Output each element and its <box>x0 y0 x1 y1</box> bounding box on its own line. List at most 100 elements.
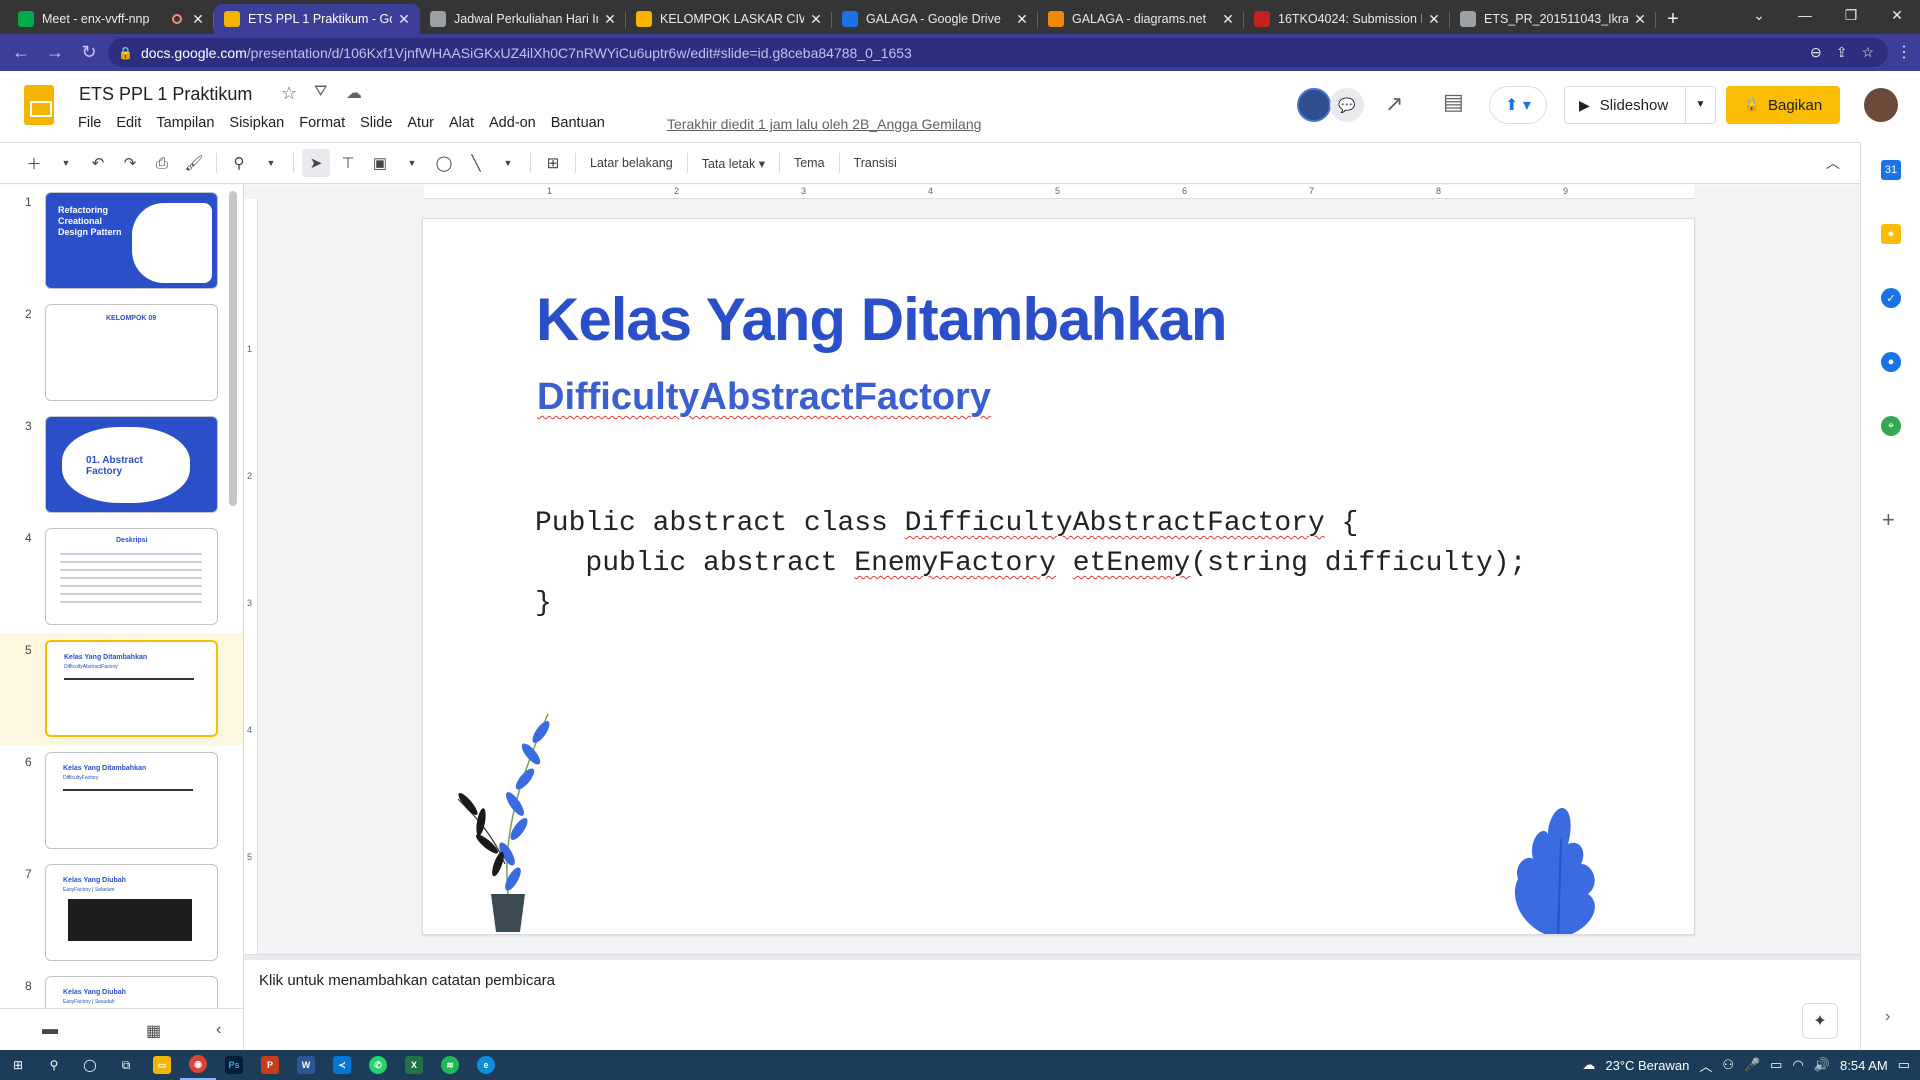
browser-tab[interactable]: ETS_PR_201511043_Ikram ✕ <box>1450 4 1656 34</box>
undo-icon[interactable]: ↶ <box>84 149 112 177</box>
browser-tab[interactable]: 16TKO4024: Submission E ✕ <box>1244 4 1450 34</box>
file-explorer-icon[interactable]: ▭ <box>144 1050 180 1080</box>
select-cursor-icon[interactable]: ➤ <box>302 149 330 177</box>
cortana-icon[interactable]: ◯ <box>72 1050 108 1080</box>
microphone-icon[interactable]: 🎤 <box>1744 1057 1760 1073</box>
filmstrip-slide[interactable]: 3 01. Abstract Factory <box>0 409 243 521</box>
menu-item[interactable]: Tampilan <box>156 115 214 131</box>
vscode-icon[interactable]: ≺ <box>324 1050 360 1080</box>
transition-button[interactable]: Transisi <box>846 156 905 170</box>
browser-tab[interactable]: Meet - enx-vvff-nnp ✕ <box>8 4 214 34</box>
chrome-icon[interactable]: ◉ <box>180 1050 216 1080</box>
menu-item[interactable]: Bantuan <box>551 115 605 131</box>
paint-format-icon[interactable]: 🖌 <box>180 149 208 177</box>
line-dropdown-icon[interactable]: ▼ <box>494 149 522 177</box>
browser-tab[interactable]: KELOMPOK LASKAR CIWA ✕ <box>626 4 832 34</box>
slide-subtitle[interactable]: DifficultyAbstractFactory <box>537 376 991 419</box>
filmstrip-slide[interactable]: 4 Deskripsi <box>0 521 243 633</box>
chat-icon[interactable]: 💬 <box>1330 88 1364 122</box>
last-edit-link[interactable]: Terakhir diedit 1 jam lalu oleh 2B_Angga… <box>667 116 981 132</box>
collapse-filmstrip-icon[interactable]: ‹ <box>216 1021 221 1039</box>
collaborator-avatar[interactable] <box>1297 88 1331 122</box>
speaker-notes-placeholder[interactable]: Klik untuk menambahkan catatan pembicara <box>259 972 555 989</box>
zoom-icon[interactable]: ⊖ <box>1810 44 1822 61</box>
browser-menu-icon[interactable]: ⋮ <box>1896 42 1912 62</box>
slideshow-dropdown-icon[interactable]: ▼ <box>1685 87 1715 123</box>
speaker-notes[interactable]: Klik untuk menambahkan catatan pembicara… <box>244 960 1860 1050</box>
back-button[interactable]: ← <box>4 42 38 63</box>
filmstrip-slide[interactable]: 8 Kelas Yang Diubah EasyFactory | Sesudah <box>0 969 243 1008</box>
tasks-icon[interactable]: ✓ <box>1881 288 1901 308</box>
calendar-icon[interactable]: 31 <box>1881 160 1901 180</box>
bookmark-star-icon[interactable]: ☆ <box>1861 44 1874 61</box>
redo-icon[interactable]: ↷ <box>116 149 144 177</box>
cloud-saved-icon[interactable]: ☁ <box>346 83 362 103</box>
theme-button[interactable]: Tema <box>786 156 833 170</box>
explore-icon[interactable]: ✦ <box>1802 1003 1838 1039</box>
search-icon[interactable]: ⚲ <box>36 1050 72 1080</box>
word-icon[interactable]: W <box>288 1050 324 1080</box>
move-to-folder-icon[interactable]: ⛛ <box>314 83 327 101</box>
spotify-icon[interactable]: ≋ <box>432 1050 468 1080</box>
slide-thumbnail[interactable]: Deskripsi <box>45 528 218 625</box>
browser-tab[interactable]: GALAGA - Google Drive ✕ <box>832 4 1038 34</box>
background-button[interactable]: Latar belakang <box>582 156 681 170</box>
layout-button[interactable]: Tata letak ▾ <box>694 156 773 171</box>
notification-icon[interactable]: ▭ <box>1898 1057 1910 1073</box>
show-side-panel-icon[interactable]: › <box>1885 1008 1890 1026</box>
filmstrip-slide[interactable]: 1 Refactoring Creational Design Pattern <box>0 185 243 297</box>
share-button[interactable]: 🔒 Bagikan <box>1726 86 1840 124</box>
menu-item[interactable]: File <box>78 115 101 131</box>
minimize-button[interactable]: — <box>1782 0 1828 30</box>
battery-icon[interactable]: ▭ <box>1770 1057 1782 1073</box>
close-tab-icon[interactable]: ✕ <box>602 11 618 28</box>
contacts-icon[interactable]: ● <box>1881 352 1901 372</box>
task-view-icon[interactable]: ⧉ <box>108 1050 144 1080</box>
tray-chevron-icon[interactable]: ︿ <box>1699 1056 1712 1075</box>
edge-icon[interactable]: e <box>468 1050 504 1080</box>
get-addons-icon[interactable]: + <box>1882 507 1895 533</box>
image-icon[interactable]: ▣ <box>366 149 394 177</box>
present-to-meeting-button[interactable]: ⬆ ▾ <box>1489 86 1547 124</box>
volume-icon[interactable]: 🔊 <box>1814 1057 1830 1073</box>
comment-history-icon[interactable]: ▤ <box>1443 89 1464 115</box>
code-block[interactable]: Public abstract class DifficultyAbstract… <box>535 504 1526 624</box>
filmstrip-view-icon[interactable]: ▬ <box>42 1021 58 1039</box>
chevron-down-icon[interactable]: ⌄ <box>1736 0 1782 30</box>
menu-item[interactable]: Add-on <box>489 115 536 131</box>
weather-icon[interactable]: ☁ <box>1582 1057 1595 1073</box>
slide-title[interactable]: Kelas Yang Ditambahkan <box>536 285 1227 354</box>
network-icon[interactable]: ⚇ <box>1722 1057 1734 1073</box>
menu-item[interactable]: Alat <box>449 115 474 131</box>
slideshow-button[interactable]: ▶ Slideshow ▼ <box>1564 86 1716 124</box>
photoshop-icon[interactable]: Ps <box>216 1050 252 1080</box>
slide-thumbnail[interactable]: Kelas Yang Diubah EasyFactory | Sesudah <box>45 976 218 1008</box>
forward-button[interactable]: → <box>38 42 72 63</box>
menu-item[interactable]: Sisipkan <box>229 115 284 131</box>
menu-item[interactable]: Edit <box>116 115 141 131</box>
weather-text[interactable]: 23°C Berawan <box>1605 1058 1689 1073</box>
powerpoint-icon[interactable]: P <box>252 1050 288 1080</box>
reload-button[interactable]: ↻ <box>72 42 106 63</box>
browser-tab[interactable]: Jadwal Perkuliahan Hari Ini ✕ <box>420 4 626 34</box>
zoom-icon[interactable]: ⚲ <box>225 149 253 177</box>
share-page-icon[interactable]: ⇪ <box>1836 44 1848 61</box>
activity-trend-icon[interactable]: ↗ <box>1385 91 1403 117</box>
browser-tab[interactable]: ETS PPL 1 Praktikum - Goo ✕ <box>214 4 420 34</box>
menu-item[interactable]: Atur <box>407 115 434 131</box>
grid-view-icon[interactable]: ▦ <box>146 1021 161 1041</box>
menu-item[interactable]: Format <box>299 115 345 131</box>
slide-canvas[interactable]: Kelas Yang Ditambahkan DifficultyAbstrac… <box>422 218 1695 935</box>
new-slide-icon[interactable]: ＋ <box>20 149 48 177</box>
filmstrip-slide[interactable]: 7 Kelas Yang Diubah EasyFactory | Sebelum <box>0 857 243 969</box>
collapse-menus-icon[interactable]: ︿ <box>1826 153 1840 173</box>
slide-thumbnail[interactable]: 01. Abstract Factory <box>45 416 218 513</box>
star-icon[interactable]: ☆ <box>281 83 297 104</box>
wifi-icon[interactable]: ◠ <box>1792 1057 1803 1073</box>
new-tab-button[interactable]: + <box>1656 4 1690 34</box>
image-dropdown-icon[interactable]: ▼ <box>398 149 426 177</box>
browser-tab[interactable]: GALAGA - diagrams.net ✕ <box>1038 4 1244 34</box>
close-tab-icon[interactable]: ✕ <box>190 11 206 28</box>
filmstrip-slide[interactable]: 2 KELOMPOK 09 <box>0 297 243 409</box>
slide-thumbnail[interactable]: KELOMPOK 09 <box>45 304 218 401</box>
